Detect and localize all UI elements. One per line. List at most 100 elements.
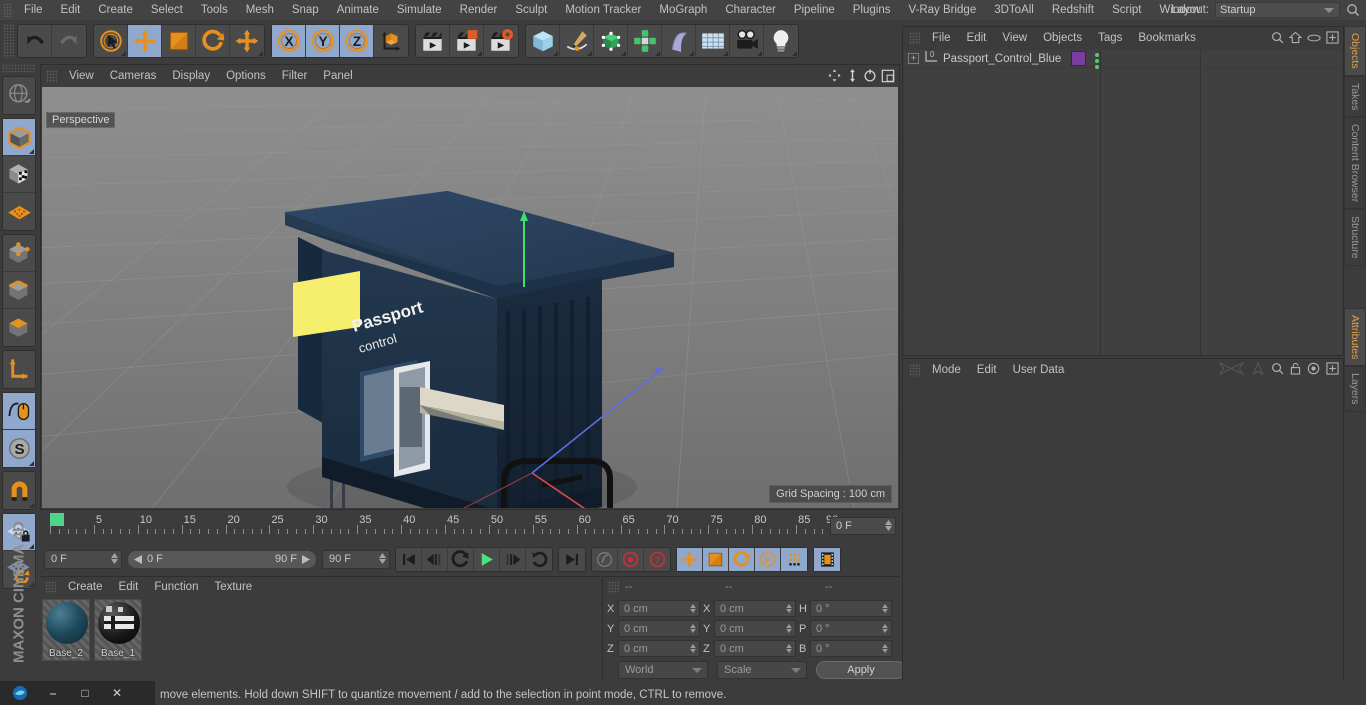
play-button[interactable] — [474, 547, 500, 571]
step-forward-keyframe-button[interactable] — [500, 547, 526, 571]
texture-axis-button[interactable] — [3, 193, 35, 230]
go-to-start-button[interactable] — [396, 547, 422, 571]
range-right-handle-icon[interactable] — [301, 554, 310, 564]
timeline-ruler[interactable]: 051015202530354045505560657075808590 — [50, 514, 850, 542]
move-alt-tool[interactable] — [230, 25, 264, 57]
record-active-objects-button[interactable] — [618, 547, 644, 571]
vertical-tab-objects[interactable]: Objects — [1344, 26, 1366, 76]
menu-item-pipeline[interactable]: Pipeline — [785, 0, 844, 20]
lock-z-axis-button[interactable]: Z — [340, 25, 374, 57]
coordinate-system-select[interactable]: World — [618, 661, 708, 679]
menu-item-create[interactable]: Create — [89, 0, 142, 20]
viewport-canvas[interactable]: Passport control Perspective Grid Spacin… — [42, 87, 898, 508]
redo-button[interactable] — [52, 25, 86, 57]
material-item[interactable]: Base_1 — [94, 599, 142, 661]
viewport-menu-display[interactable]: Display — [164, 65, 218, 87]
add-camera-button[interactable] — [730, 25, 764, 57]
timeline-toggle-button[interactable] — [814, 547, 840, 571]
undo-button[interactable] — [18, 25, 52, 57]
home-icon[interactable] — [1289, 31, 1302, 44]
menu-item-motion-tracker[interactable]: Motion Tracker — [556, 0, 650, 20]
nav-up-icon[interactable] — [1251, 362, 1265, 375]
rotate-tool[interactable] — [196, 25, 230, 57]
window-close-icon[interactable]: ✕ — [110, 686, 124, 700]
timeline-frame-field[interactable]: 0 F — [830, 517, 896, 535]
render-settings-button[interactable] — [484, 25, 518, 57]
material-menu-grip[interactable] — [45, 580, 56, 594]
end-frame-field[interactable]: 90 F — [322, 549, 390, 569]
enable-axis-button[interactable] — [3, 351, 35, 388]
window-restore-icon[interactable]: ⎯ — [46, 686, 60, 700]
object-tree[interactable]: +0 Passport_Control_Blue — [904, 50, 1342, 355]
rotation-p-field[interactable]: 0 ° — [810, 620, 892, 637]
menu-item-select[interactable]: Select — [142, 0, 192, 20]
record-parameter-button[interactable] — [781, 547, 807, 571]
object-menu-objects[interactable]: Objects — [1035, 27, 1090, 49]
nav-back-icon[interactable] — [1219, 362, 1245, 375]
menu-item-mesh[interactable]: Mesh — [237, 0, 283, 20]
menu-item-simulate[interactable]: Simulate — [388, 0, 451, 20]
vertical-tab-attributes[interactable]: Attributes — [1344, 307, 1366, 367]
viewport-menu-filter[interactable]: Filter — [274, 65, 316, 87]
range-left-handle-icon[interactable] — [134, 554, 143, 564]
material-menu-edit[interactable]: Edit — [111, 577, 147, 597]
menu-item-script[interactable]: Script — [1103, 0, 1150, 20]
rotation-b-field[interactable]: 0 ° — [810, 640, 892, 657]
rotate-view-icon[interactable] — [863, 68, 877, 83]
vertical-tab-content-browser[interactable]: Content Browser — [1344, 117, 1366, 210]
make-editable-button[interactable] — [3, 119, 35, 156]
apply-button[interactable]: Apply — [816, 661, 906, 679]
object-menu-view[interactable]: View — [994, 27, 1035, 49]
current-time-marker[interactable] — [50, 513, 64, 526]
menu-item-snap[interactable]: Snap — [283, 0, 328, 20]
lock-icon[interactable] — [1290, 362, 1301, 375]
menu-item-v-ray-bridge[interactable]: V-Ray Bridge — [899, 0, 985, 20]
lock-x-axis-button[interactable]: X — [272, 25, 306, 57]
menu-item-mograph[interactable]: MoGraph — [650, 0, 716, 20]
undo-view-button[interactable] — [3, 77, 35, 114]
record-rotation-button[interactable] — [729, 547, 755, 571]
record-position-button[interactable] — [677, 547, 703, 571]
attribute-menu-edit[interactable]: Edit — [969, 359, 1005, 381]
material-menu-create[interactable]: Create — [60, 577, 111, 597]
spinner-icon[interactable] — [111, 552, 118, 564]
loop-button[interactable] — [526, 548, 552, 571]
vertical-tab-takes[interactable]: Takes — [1344, 75, 1366, 118]
c4d-app-icon[interactable] — [12, 685, 28, 701]
spinner-icon[interactable] — [379, 552, 386, 564]
size-x-field[interactable]: 0 cm — [714, 600, 796, 617]
position-x-field[interactable]: 0 cm — [618, 600, 700, 617]
add-deformer-button[interactable] — [662, 25, 696, 57]
menu-item-animate[interactable]: Animate — [328, 0, 388, 20]
attribute-menu-user-data[interactable]: User Data — [1005, 359, 1073, 381]
add-light-button[interactable] — [764, 25, 798, 57]
menu-item-tools[interactable]: Tools — [192, 0, 237, 20]
live-selection-tool[interactable] — [94, 25, 128, 57]
menu-item-render[interactable]: Render — [451, 0, 507, 20]
window-maximize-icon[interactable]: □ — [78, 686, 92, 700]
add-layer-icon[interactable] — [1326, 31, 1339, 44]
play-reverse-button[interactable] — [448, 547, 474, 571]
rotation-h-field[interactable]: 0 ° — [810, 600, 892, 617]
menu-grip[interactable] — [3, 3, 12, 17]
add-scene-button[interactable] — [696, 25, 730, 57]
move-tool[interactable] — [128, 25, 162, 57]
material-menu-function[interactable]: Function — [146, 577, 206, 597]
attribute-menu-mode[interactable]: Mode — [924, 359, 969, 381]
viewport-menu-options[interactable]: Options — [218, 65, 274, 87]
menu-item-3dtoall[interactable]: 3DToAll — [985, 0, 1043, 20]
current-frame-field[interactable]: 0 F — [44, 549, 122, 569]
material-item[interactable]: Base_2 — [42, 599, 90, 661]
record-pla-button[interactable]: P — [755, 547, 781, 571]
add-generator-button[interactable] — [594, 25, 628, 57]
add-icon[interactable] — [1326, 362, 1339, 375]
position-y-field[interactable]: 0 cm — [618, 620, 700, 637]
object-row[interactable]: +0 Passport_Control_Blue — [904, 50, 1342, 69]
object-menu-edit[interactable]: Edit — [959, 27, 995, 49]
attribute-manager-grip[interactable] — [909, 363, 920, 377]
model-texture-toggle-button[interactable] — [3, 156, 35, 193]
step-back-keyframe-button[interactable] — [422, 547, 448, 571]
spinner-icon[interactable] — [885, 520, 892, 531]
lock-y-axis-button[interactable]: Y — [306, 25, 340, 57]
transform-mode-select[interactable]: Scale — [717, 661, 807, 679]
